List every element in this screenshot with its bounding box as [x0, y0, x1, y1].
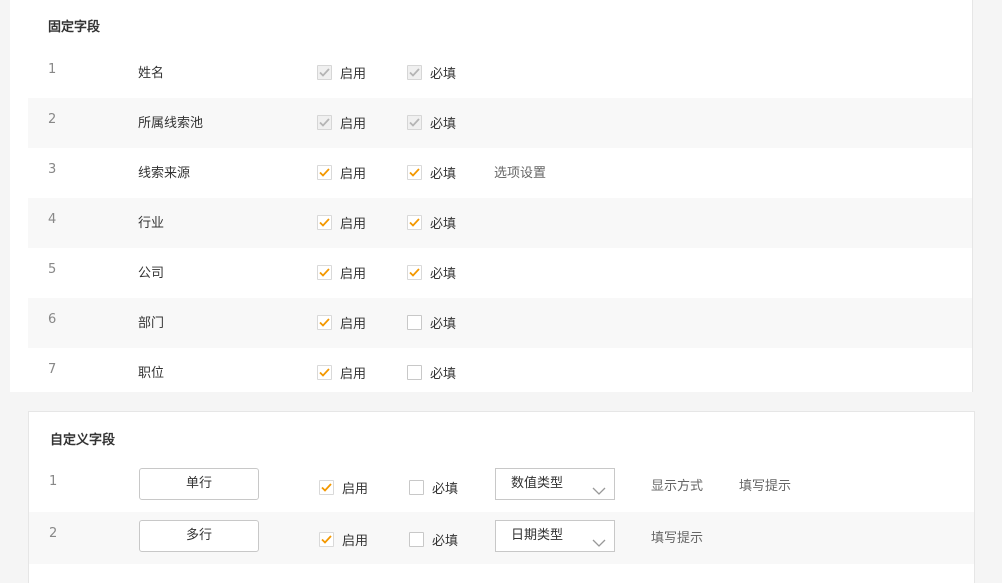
enable-checkbox[interactable]: 启用 [317, 163, 366, 182]
field-name: 所属线索池 [138, 116, 204, 131]
field-name: 公司 [138, 266, 165, 281]
fixed-field-row: 2 所属线索池 启用 必填 [28, 98, 972, 148]
check-icon[interactable] [407, 215, 422, 230]
field-name: 姓名 [138, 66, 165, 81]
required-label: 必填 [430, 117, 457, 132]
required-checkbox: 必填 [407, 113, 456, 132]
enable-checkbox[interactable]: 启用 [317, 263, 366, 282]
checkbox-empty-icon[interactable] [407, 365, 422, 380]
row-index: 3 [48, 162, 57, 177]
required-label: 必填 [432, 482, 459, 497]
fixed-field-row: 4 行业 启用 必填 [28, 198, 972, 248]
data-type-select[interactable]: 日期类型 [495, 520, 615, 552]
custom-fields-panel: 自定义字段 1 单行 启用 必填 数值类型 显示方式 填写提示 2 多行 启用 [28, 411, 975, 583]
required-checkbox: 必填 [407, 63, 456, 82]
check-icon[interactable] [317, 365, 332, 380]
enable-label: 启用 [340, 267, 367, 282]
required-label: 必填 [430, 167, 457, 182]
row-index: 4 [48, 212, 57, 227]
check-icon [407, 65, 422, 80]
enable-label: 启用 [340, 67, 367, 82]
enable-checkbox[interactable]: 启用 [319, 530, 368, 549]
check-icon [407, 115, 422, 130]
enable-label: 启用 [340, 117, 367, 132]
checkbox-empty-icon[interactable] [409, 532, 424, 547]
check-icon[interactable] [317, 215, 332, 230]
fixed-fields-panel: 固定字段 1 姓名 启用 必填 2 所属线索池 启用 必填 3 线索来源 启用 [10, 0, 973, 392]
chevron-down-icon [592, 530, 606, 560]
check-icon[interactable] [407, 165, 422, 180]
enable-label: 启用 [340, 167, 367, 182]
enable-checkbox: 启用 [317, 113, 366, 132]
fixed-field-row: 3 线索来源 启用 必填 选项设置 [28, 148, 972, 198]
check-icon [317, 65, 332, 80]
required-label: 必填 [430, 317, 457, 332]
chevron-down-icon [592, 478, 606, 508]
enable-label: 启用 [340, 217, 367, 232]
fixed-fields-title: 固定字段 [48, 20, 101, 35]
enable-label: 启用 [342, 482, 369, 497]
field-type-button[interactable]: 单行 [139, 468, 259, 500]
fixed-field-row: 5 公司 启用 必填 [28, 248, 972, 298]
row-index: 1 [49, 474, 58, 489]
checkbox-empty-icon[interactable] [409, 480, 424, 495]
fill-hint-link[interactable]: 填写提示 [651, 527, 703, 546]
required-checkbox[interactable]: 必填 [407, 313, 456, 332]
custom-field-row: 1 单行 启用 必填 数值类型 显示方式 填写提示 [29, 460, 974, 512]
required-label: 必填 [430, 67, 457, 82]
fixed-field-row: 1 姓名 启用 必填 [28, 48, 972, 98]
enable-checkbox[interactable]: 启用 [317, 313, 366, 332]
enable-label: 启用 [340, 367, 367, 382]
fixed-field-row: 6 部门 启用 必填 [28, 298, 972, 348]
check-icon[interactable] [319, 480, 334, 495]
required-label: 必填 [430, 267, 457, 282]
check-icon[interactable] [317, 265, 332, 280]
required-label: 必填 [430, 367, 457, 382]
select-value: 日期类型 [511, 528, 564, 543]
enable-checkbox: 启用 [317, 63, 366, 82]
enable-checkbox[interactable]: 启用 [317, 363, 366, 382]
data-type-select[interactable]: 数值类型 [495, 468, 615, 500]
fixed-field-row: 7 职位 启用 必填 [28, 348, 972, 398]
enable-label: 启用 [342, 534, 369, 549]
enable-checkbox[interactable]: 启用 [317, 213, 366, 232]
required-checkbox[interactable]: 必填 [409, 530, 458, 549]
required-checkbox[interactable]: 必填 [407, 263, 456, 282]
required-label: 必填 [432, 534, 459, 549]
enable-label: 启用 [340, 317, 367, 332]
row-index: 7 [48, 362, 57, 377]
required-checkbox[interactable]: 必填 [409, 478, 458, 497]
row-index: 6 [48, 312, 57, 327]
required-label: 必填 [430, 217, 457, 232]
row-index: 1 [48, 62, 57, 77]
enable-checkbox[interactable]: 启用 [319, 478, 368, 497]
required-checkbox[interactable]: 必填 [407, 213, 456, 232]
required-checkbox[interactable]: 必填 [407, 163, 456, 182]
row-index: 2 [48, 112, 57, 127]
select-value: 数值类型 [511, 476, 564, 491]
field-name: 职位 [138, 366, 165, 381]
field-name: 线索来源 [138, 166, 191, 181]
custom-field-row: 2 多行 启用 必填 日期类型 填写提示 [29, 512, 974, 564]
field-name: 部门 [138, 316, 165, 331]
row-index: 2 [49, 526, 58, 541]
check-icon[interactable] [319, 532, 334, 547]
field-name: 行业 [138, 216, 165, 231]
display-mode-link[interactable]: 显示方式 [651, 475, 703, 494]
checkbox-empty-icon[interactable] [407, 315, 422, 330]
fill-hint-link[interactable]: 填写提示 [739, 475, 791, 494]
check-icon [317, 115, 332, 130]
field-type-button[interactable]: 多行 [139, 520, 259, 552]
custom-fields-title: 自定义字段 [50, 433, 116, 448]
option-settings-link[interactable]: 选项设置 [494, 162, 546, 181]
row-index: 5 [48, 262, 57, 277]
required-checkbox[interactable]: 必填 [407, 363, 456, 382]
check-icon[interactable] [317, 165, 332, 180]
check-icon[interactable] [317, 315, 332, 330]
check-icon[interactable] [407, 265, 422, 280]
